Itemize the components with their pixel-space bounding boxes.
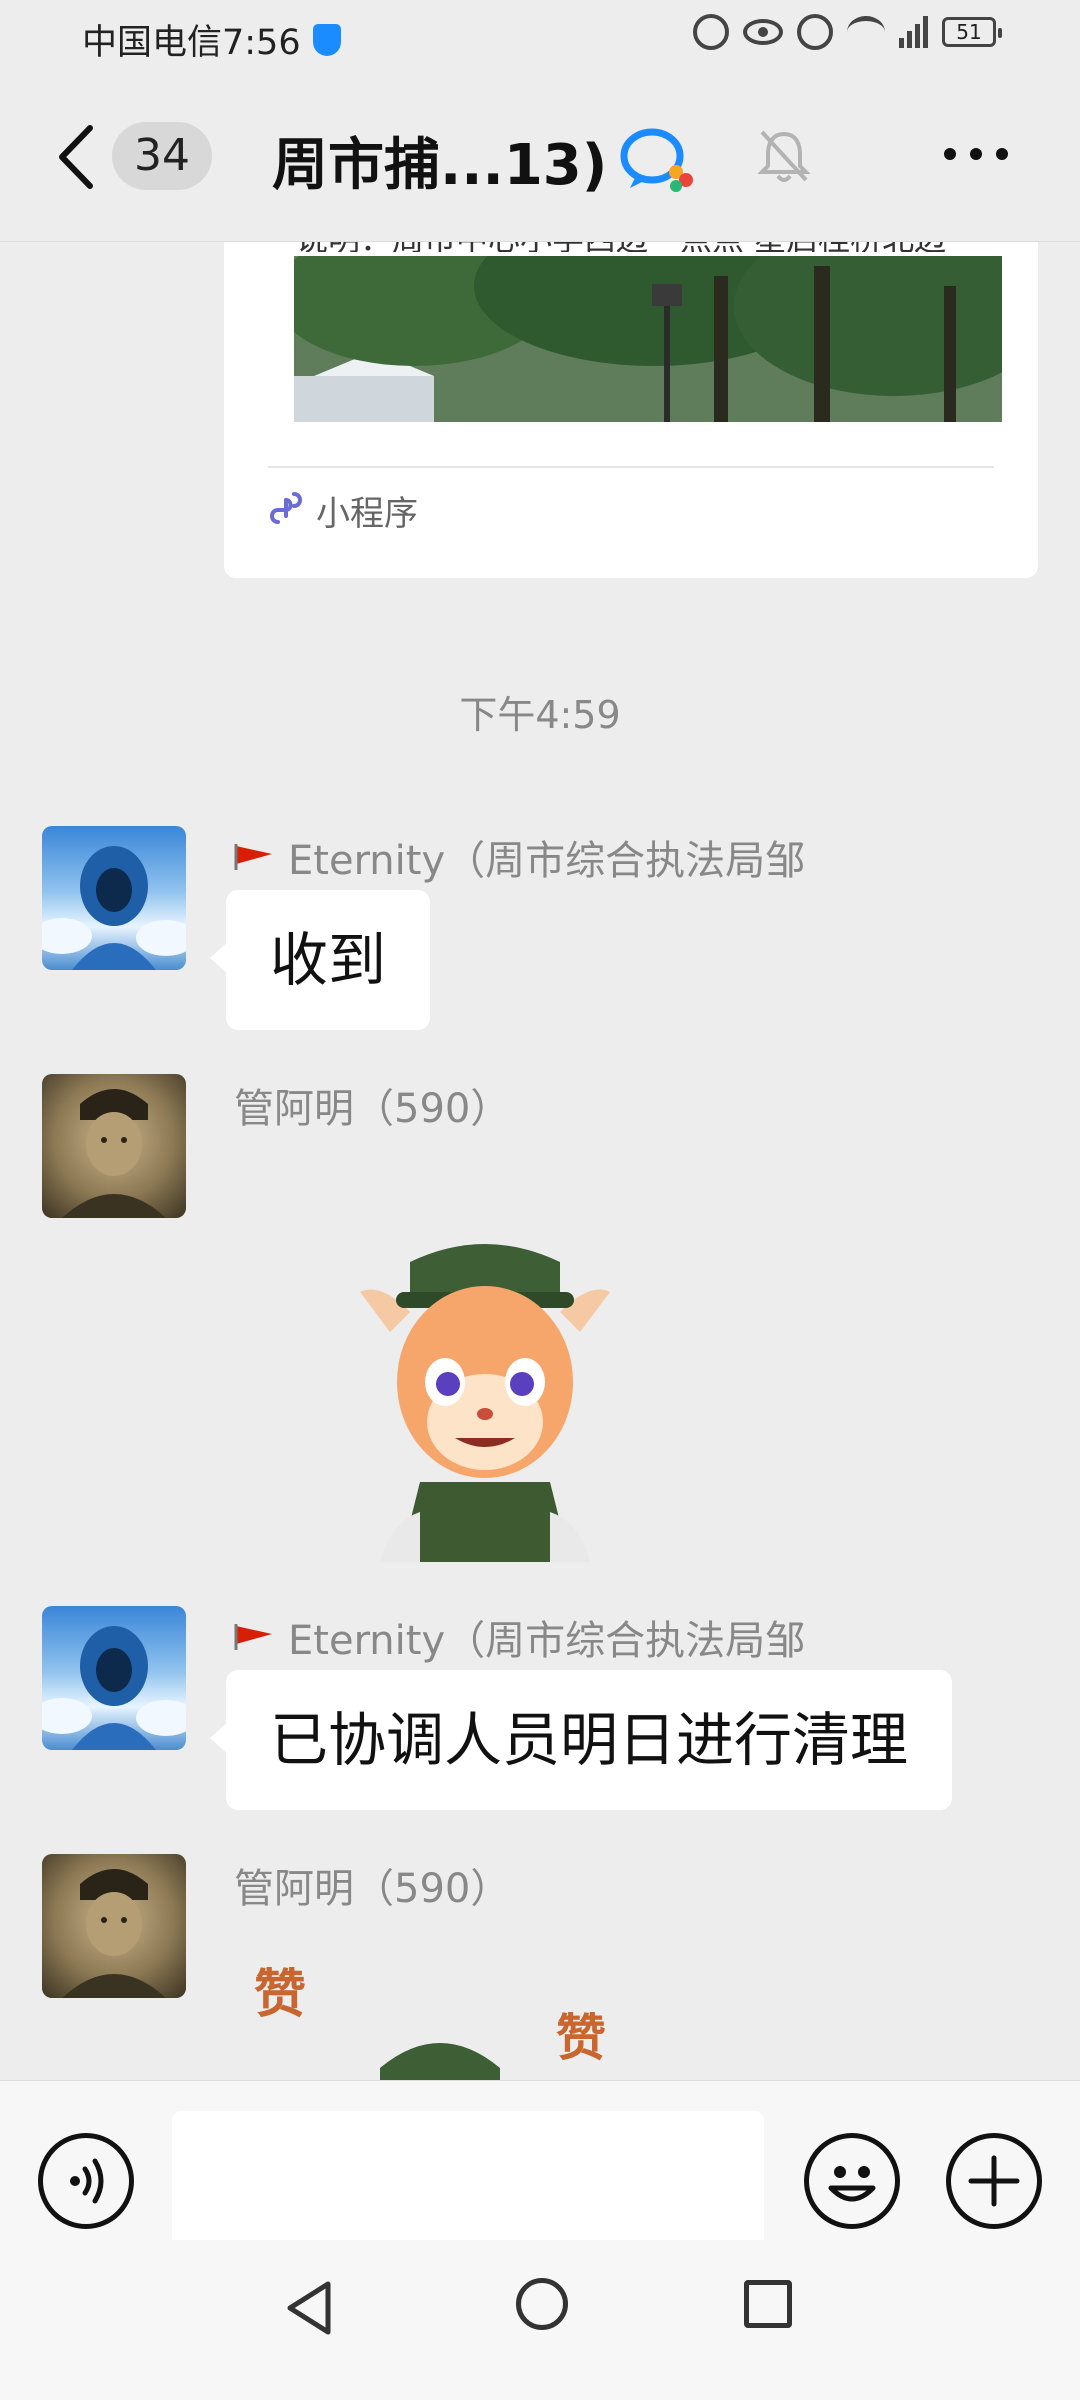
hd-call-icon	[693, 14, 729, 50]
red-flag-icon	[234, 1624, 272, 1650]
mini-program-icon	[270, 492, 302, 524]
wecom-icon	[618, 124, 698, 194]
voice-input-button[interactable]	[38, 2133, 134, 2229]
message-bubble[interactable]: 已协调人员明日进行清理	[209, 1670, 953, 1810]
avatar[interactable]	[42, 1606, 186, 1750]
chat-area[interactable]: 说明：周市中心小学西边一点点 星启桂桥北边 小程序 下午4:59	[0, 242, 1080, 2080]
sticker-text: 赞	[556, 2009, 606, 2067]
message-timestamp: 下午4:59	[459, 693, 621, 737]
card-image	[294, 256, 1002, 422]
red-flag-icon	[234, 844, 272, 870]
sender-name: Eternity（周市综合执法局邹	[234, 828, 805, 886]
avatar[interactable]	[42, 826, 186, 970]
status-right: 51	[693, 14, 1002, 50]
sender-label: Eternity（周市综合执法局邹	[288, 1618, 806, 1664]
message-input[interactable]	[172, 2111, 764, 2253]
more-options-button[interactable]	[944, 148, 1008, 160]
system-navigation-bar	[0, 2240, 1080, 2400]
system-recents-icon[interactable]	[744, 2280, 792, 2328]
card-description: 说明：周市中心小学西边一点点 星启桂桥北边	[296, 242, 1006, 252]
battery-icon: 51	[942, 17, 1002, 47]
more-functions-button[interactable]	[946, 2133, 1042, 2229]
sender-label: 管阿明（590）	[234, 1866, 511, 1912]
mini-program-card[interactable]: 说明：周市中心小学西边一点点 星启桂桥北边 小程序	[224, 242, 1038, 578]
mute-bell-icon	[756, 126, 812, 186]
plus-icon	[968, 2155, 1020, 2207]
sender-name: 管阿明（590）	[234, 1076, 510, 1134]
wifi-icon	[847, 16, 885, 48]
input-bar	[0, 2080, 1080, 2253]
back-button[interactable]	[52, 122, 102, 192]
eye-comfort-icon	[743, 19, 783, 45]
alarm-icon	[797, 14, 833, 50]
card-footer-divider	[268, 466, 994, 468]
sender-label: Eternity（周市综合执法局邹	[288, 838, 806, 884]
sender-name: 管阿明（590）	[234, 1856, 510, 1914]
message-bubble[interactable]: 收到	[209, 890, 431, 1030]
chevron-left-icon	[59, 125, 93, 189]
emoji-button[interactable]	[804, 2133, 900, 2229]
signal-icon	[899, 16, 928, 48]
status-left: 中国电信7:56	[82, 14, 341, 65]
smiley-icon	[828, 2166, 876, 2202]
chat-title[interactable]: 周市捕...13)	[272, 120, 607, 201]
deer-soldier-sticker[interactable]	[340, 1232, 630, 1562]
avatar[interactable]	[42, 1854, 186, 1998]
avatar[interactable]	[42, 1074, 186, 1218]
status-bar: 中国电信7:56 51	[0, 0, 1080, 72]
sender-label: 管阿明（590）	[234, 1086, 511, 1132]
unread-count-badge[interactable]: 34	[112, 122, 212, 190]
mini-program-label: 小程序	[316, 494, 418, 534]
voice-icon	[70, 2158, 104, 2204]
sender-name: Eternity（周市综合执法局邹	[234, 1608, 805, 1666]
carrier-time: 中国电信7:56	[82, 23, 301, 63]
chat-header: 34 周市捕...13)	[0, 72, 1080, 242]
deer-soldier-zan-sticker[interactable]: 赞 赞	[250, 1948, 630, 2080]
sticker-text: 赞	[254, 1965, 307, 2025]
security-shield-icon	[312, 23, 341, 56]
system-home-icon[interactable]	[516, 2278, 568, 2330]
system-back-icon[interactable]	[280, 2276, 340, 2340]
